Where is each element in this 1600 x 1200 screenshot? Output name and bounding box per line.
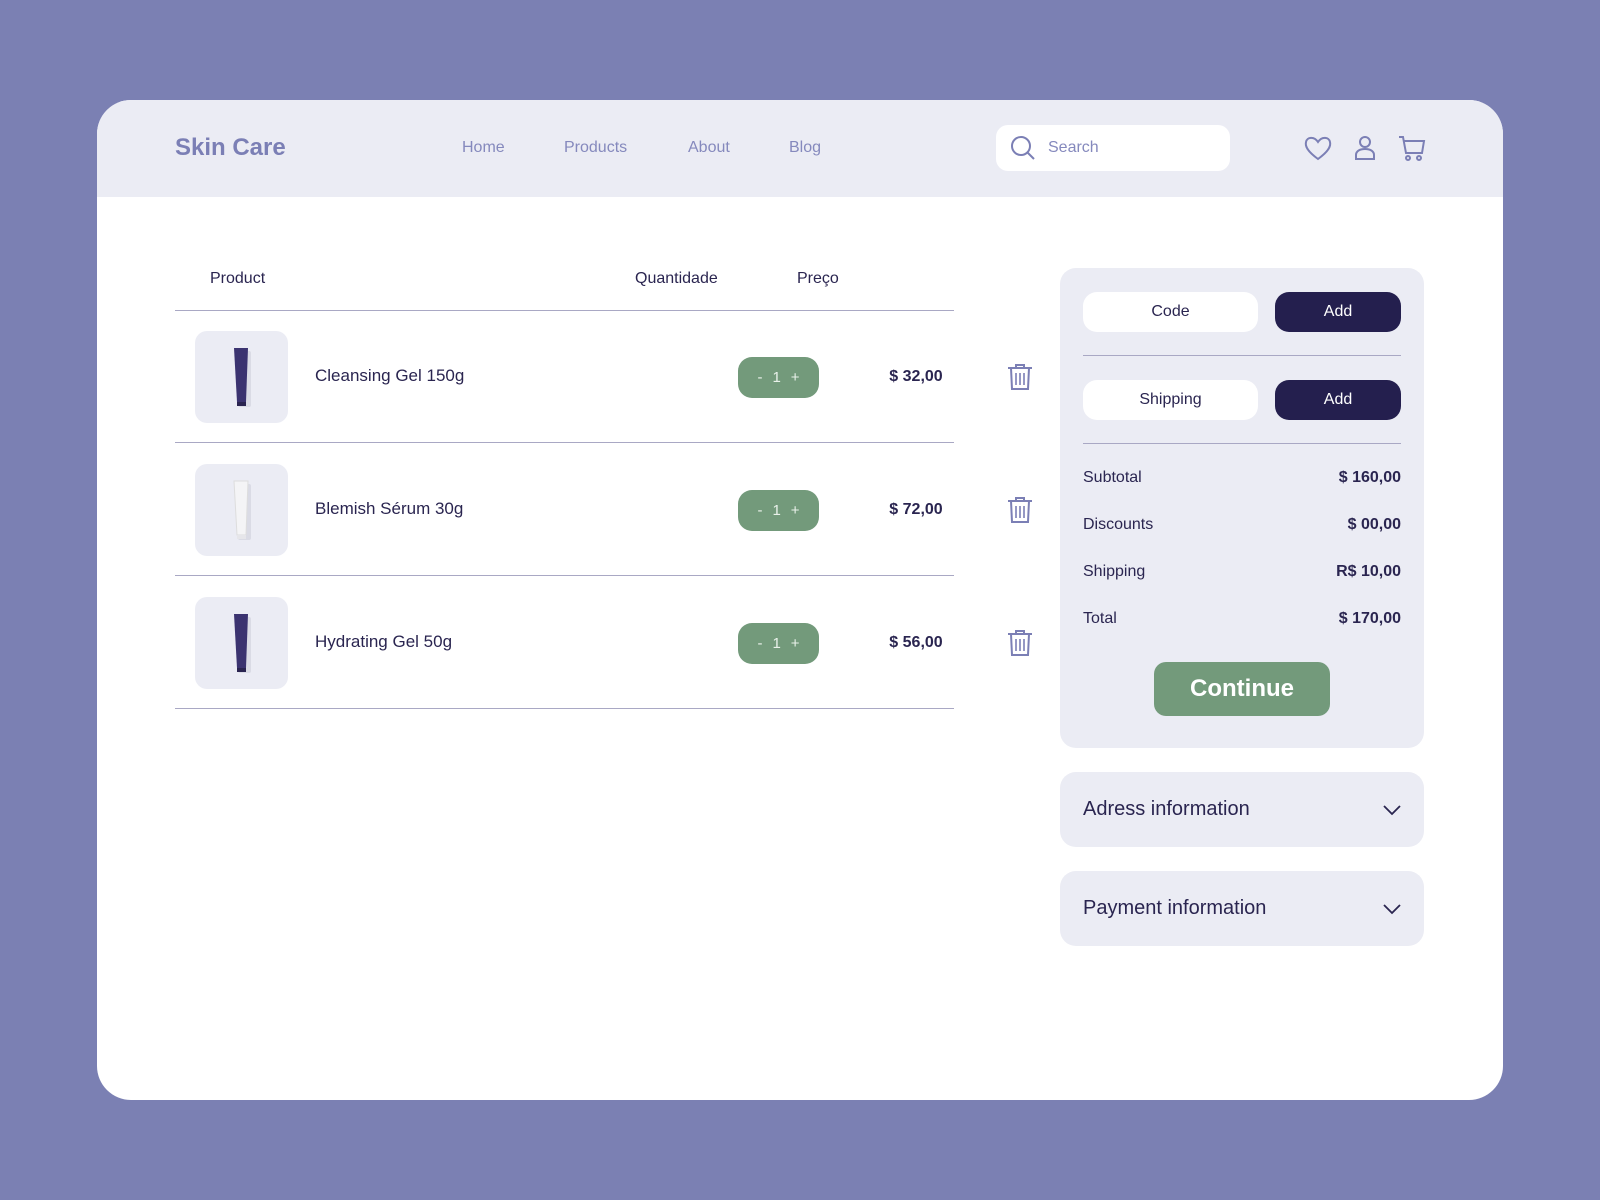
nav-about[interactable]: About — [688, 139, 730, 157]
value: $ 170,00 — [1338, 610, 1401, 627]
product-name: Hydrating Gel 50g — [315, 632, 453, 651]
product-name: Blemish Sérum 30g — [315, 499, 464, 518]
quantity-value: 1 — [772, 502, 781, 519]
product-tube-icon — [232, 480, 251, 540]
quantity-stepper[interactable]: - 1 + — [738, 623, 819, 664]
table-row: Hydrating Gel 50g - 1 + $ 56,00 — [175, 576, 1032, 709]
value: $ 00,00 — [1347, 516, 1401, 533]
increase-button[interactable]: + — [791, 369, 800, 386]
trash-icon[interactable] — [1007, 629, 1033, 657]
product-image — [195, 464, 288, 556]
nav-home[interactable]: Home — [462, 139, 505, 157]
chevron-down-icon — [1383, 804, 1401, 815]
column-header-product: Product — [210, 270, 266, 287]
continue-button[interactable]: Continue — [1154, 662, 1330, 716]
cart-icon[interactable] — [1397, 133, 1427, 163]
logo[interactable]: Skin Care — [175, 134, 286, 162]
increase-button[interactable]: + — [791, 502, 800, 519]
summary-discounts: Discounts $ 00,00 — [1083, 516, 1401, 534]
chevron-down-icon — [1383, 903, 1401, 914]
accordion-label: Adress information — [1083, 798, 1250, 820]
decrease-button[interactable]: - — [757, 635, 762, 652]
add-shipping-button[interactable]: Add — [1275, 380, 1401, 420]
summary-total: Total $ 170,00 — [1083, 610, 1401, 628]
heart-icon[interactable] — [1303, 133, 1333, 163]
label: Discounts — [1083, 516, 1154, 533]
label: Total — [1083, 610, 1117, 627]
search-input[interactable] — [1048, 139, 1208, 157]
decrease-button[interactable]: - — [757, 502, 762, 519]
row-divider — [175, 708, 954, 709]
search-box[interactable] — [996, 125, 1230, 171]
increase-button[interactable]: + — [791, 635, 800, 652]
table-row: Cleansing Gel 150g - 1 + $ 32,00 — [175, 310, 1032, 443]
product-image — [195, 331, 288, 423]
add-code-button[interactable]: Add — [1275, 292, 1401, 332]
product-tube-icon — [233, 348, 251, 407]
column-header-quantity: Quantidade — [635, 270, 718, 287]
summary-subtotal: Subtotal $ 160,00 — [1083, 469, 1401, 487]
column-header-price: Preço — [797, 270, 839, 287]
quantity-stepper[interactable]: - 1 + — [738, 490, 819, 531]
divider — [1083, 443, 1401, 444]
label: Subtotal — [1083, 469, 1142, 486]
product-price: $ 32,00 — [889, 368, 943, 385]
search-icon — [1011, 136, 1035, 160]
product-tube-icon — [233, 614, 251, 673]
product-price: $ 56,00 — [889, 634, 943, 651]
quantity-value: 1 — [772, 369, 781, 386]
summary-shipping: Shipping R$ 10,00 — [1083, 563, 1401, 581]
divider — [1083, 355, 1401, 356]
product-price: $ 72,00 — [889, 501, 943, 518]
product-name: Cleansing Gel 150g — [315, 366, 465, 385]
table-row: Blemish Sérum 30g - 1 + $ 72,00 — [175, 443, 1032, 576]
cart-page-card: Skin Care Home Products About Blog Produ… — [97, 100, 1503, 1100]
label: Shipping — [1083, 563, 1146, 580]
decrease-button[interactable]: - — [757, 369, 762, 386]
accordion-label: Payment information — [1083, 897, 1267, 919]
shipping-input[interactable]: Shipping — [1083, 380, 1258, 420]
value: R$ 10,00 — [1336, 563, 1401, 580]
user-icon[interactable] — [1350, 133, 1380, 163]
trash-icon[interactable] — [1007, 363, 1033, 391]
product-image — [195, 597, 288, 689]
coupon-code-input[interactable]: Code — [1083, 292, 1258, 332]
top-nav-bar: Skin Care Home Products About Blog — [97, 100, 1503, 197]
value: $ 160,00 — [1338, 469, 1401, 486]
address-information-accordion[interactable]: Adress information — [1060, 772, 1424, 847]
quantity-value: 1 — [772, 635, 781, 652]
payment-information-accordion[interactable]: Payment information — [1060, 871, 1424, 946]
order-summary-panel: Code Add Shipping Add Subtotal $ 160,00 D… — [1060, 268, 1424, 748]
nav-products[interactable]: Products — [564, 139, 627, 157]
quantity-stepper[interactable]: - 1 + — [738, 357, 819, 398]
trash-icon[interactable] — [1007, 496, 1033, 524]
nav-blog[interactable]: Blog — [789, 139, 821, 157]
